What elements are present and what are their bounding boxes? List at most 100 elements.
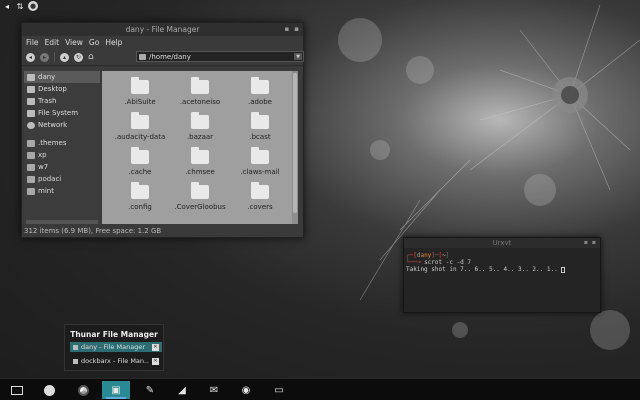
firefox-icon[interactable]: [35, 381, 63, 399]
file-manager-icon[interactable]: ▣: [102, 381, 130, 399]
network-icon[interactable]: ⇅: [15, 1, 25, 11]
sidebar-item-themes[interactable]: .themes: [24, 137, 100, 149]
folder-icon: [191, 112, 209, 129]
sidebar-item-mint[interactable]: mint: [24, 185, 100, 197]
terminal-icon[interactable]: [3, 381, 31, 399]
file-item[interactable]: .bcast: [230, 111, 290, 146]
folder-icon: [191, 147, 209, 164]
file-item[interactable]: .AbiSuite: [110, 76, 170, 111]
file-item[interactable]: .CoverGloobus: [170, 181, 230, 216]
sidebar-item-network[interactable]: Network: [24, 119, 100, 131]
editor-icon[interactable]: ✎: [136, 381, 164, 399]
up-icon[interactable]: ▴: [60, 52, 69, 62]
home-folder-icon: [27, 73, 35, 81]
folder-icon: [191, 182, 209, 199]
file-manager-icon: [73, 358, 78, 364]
file-item[interactable]: .adobe: [230, 76, 290, 111]
folder-icon: [27, 151, 35, 159]
status-bar: 312 items (6.9 MB), Free space: 1.2 GB: [24, 225, 161, 236]
sidebar-item-label: w7: [38, 163, 49, 171]
close-icon[interactable]: ▪: [592, 239, 596, 246]
sidebar-item-trash[interactable]: Trash: [24, 95, 100, 107]
chrome-icon[interactable]: [69, 381, 97, 399]
popup-window-item[interactable]: dany - File Manager ✕: [70, 342, 162, 352]
sidebar-item-w7[interactable]: w7: [24, 161, 100, 173]
folder-icon: [191, 77, 209, 94]
system-tray: ◂ ⇅ ●: [0, 0, 38, 12]
terminal-cursor: [561, 266, 566, 273]
maximize-icon[interactable]: ▪: [584, 239, 588, 246]
scrollbar-thumb[interactable]: [293, 73, 297, 213]
close-icon[interactable]: ▪: [294, 25, 299, 33]
file-item[interactable]: .config: [110, 181, 170, 216]
terminal-title: Urxvt: [492, 239, 512, 247]
file-item[interactable]: .chmsee: [170, 146, 230, 181]
display-icon[interactable]: ▭: [265, 381, 293, 399]
file-name: .chmsee: [185, 168, 215, 176]
folder-icon: [131, 112, 149, 129]
file-item[interactable]: .acetoneiso: [170, 76, 230, 111]
file-manager-window: dany - File Manager ▪ ▪ File Edit View G…: [21, 22, 304, 238]
menu-help[interactable]: Help: [105, 38, 122, 47]
file-item[interactable]: .claws-mail: [230, 146, 290, 181]
home-icon[interactable]: ⌂: [88, 52, 94, 62]
file-name: .audacity-data: [114, 133, 166, 141]
popup-item-label: dany - File Manager: [81, 343, 145, 351]
sidebar-scrollbar[interactable]: [26, 220, 98, 224]
close-icon[interactable]: ✕: [152, 357, 159, 365]
menu-file[interactable]: File: [26, 38, 39, 47]
sidebar-item-desktop[interactable]: Desktop: [24, 83, 100, 95]
popup-window-item[interactable]: dockbarx - File Man... ✕: [70, 356, 162, 366]
file-view-scrollbar[interactable]: [292, 71, 298, 224]
sidebar-item-podaci[interactable]: podaci: [24, 173, 100, 185]
file-name: .claws-mail: [240, 168, 280, 176]
forward-icon[interactable]: ▸: [40, 52, 49, 62]
window-titlebar[interactable]: dany - File Manager ▪ ▪: [22, 23, 303, 36]
sidebar-item-label: mint: [38, 187, 54, 195]
update-icon[interactable]: ◉: [232, 381, 260, 399]
folder-icon: [251, 77, 269, 94]
desktop-icon: [27, 85, 35, 93]
terminal-prompt-line: ┌─[dany]─[~]: [406, 252, 450, 259]
file-name: .covers: [247, 203, 273, 211]
menu-view[interactable]: View: [65, 38, 83, 47]
sidebar-item-label: Network: [38, 121, 68, 129]
terminal-output-text: Taking shot in 7.. 6.. 5.. 4.. 3.. 2.. 1…: [406, 266, 558, 273]
folder-icon: [131, 147, 149, 164]
terminal-titlebar[interactable]: Urxvt ▪ ▪: [404, 238, 600, 248]
reload-icon[interactable]: ↻: [74, 52, 83, 62]
maximize-icon[interactable]: ▪: [285, 25, 290, 33]
volume-icon[interactable]: ◂: [2, 1, 12, 11]
status-text: 312 items (6.9 MB), Free space: 1.2 GB: [24, 226, 162, 235]
folder-icon: [27, 163, 35, 171]
mail-icon[interactable]: ✉: [200, 381, 228, 399]
shark-icon[interactable]: ◢: [168, 381, 196, 399]
file-name: .acetoneiso: [179, 98, 221, 106]
sidebar-item-home[interactable]: dany: [24, 71, 100, 83]
trash-icon: [27, 97, 35, 105]
toolbar-separator: [54, 52, 55, 62]
file-item[interactable]: .audacity-data: [110, 111, 170, 146]
menu-go[interactable]: Go: [89, 38, 99, 47]
back-icon[interactable]: ◂: [26, 52, 35, 62]
user-icon[interactable]: ●: [28, 1, 38, 11]
menu-edit[interactable]: Edit: [45, 38, 60, 47]
sidebar-item-filesystem[interactable]: File System: [24, 107, 100, 119]
sidebar-item-label: dany: [38, 73, 56, 81]
file-name: .config: [128, 203, 152, 211]
folder-icon: [251, 182, 269, 199]
file-name: .AbiSuite: [124, 98, 156, 106]
file-manager-icon: [73, 344, 78, 350]
file-item[interactable]: .bazaar: [170, 111, 230, 146]
folder-icon: [27, 139, 35, 147]
drive-icon: [27, 109, 35, 117]
file-item[interactable]: .covers: [230, 181, 290, 216]
sidebar-item-xp[interactable]: xp: [24, 149, 100, 161]
chevron-down-icon[interactable]: ▼: [294, 53, 302, 60]
folder-icon: [131, 77, 149, 94]
file-item[interactable]: .cache: [110, 146, 170, 181]
location-bar[interactable]: /home/dany ▼: [136, 51, 304, 62]
close-icon[interactable]: ✕: [152, 343, 159, 351]
terminal-window[interactable]: Urxvt ▪ ▪ ┌─[dany]─[~] └──╼ scrot -c -d …: [403, 237, 601, 313]
file-name: .bazaar: [186, 133, 214, 141]
